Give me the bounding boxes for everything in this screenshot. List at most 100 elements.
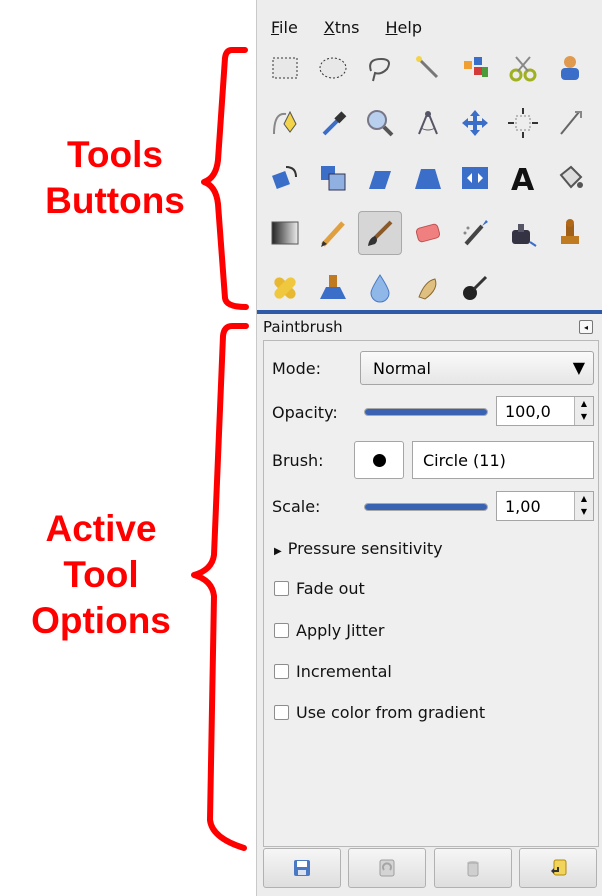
scale-slider[interactable] [364, 503, 488, 511]
tool-options-panel: Mode: Normal ▼ Opacity: 100,0 ▲ ▼ Brush: … [263, 340, 599, 847]
checkbox-label: Incremental [296, 662, 392, 681]
select-by-color-tool-button[interactable] [453, 46, 497, 90]
blur-sharpen-tool-icon [370, 274, 390, 303]
smudge-tool-button[interactable] [406, 266, 450, 310]
airbrush-tool-button[interactable] [453, 211, 497, 255]
apply-jitter-checkbox[interactable]: Apply Jitter [274, 621, 384, 640]
free-select-tool-icon [369, 57, 390, 82]
scissors-tool-icon [509, 56, 536, 82]
paths-tool-icon [273, 110, 297, 135]
foreground-select-tool-button[interactable] [548, 46, 592, 90]
text-tool-icon: A [511, 163, 535, 195]
menu-item[interactable]: File [257, 18, 310, 37]
flip-tool-button[interactable] [453, 156, 497, 200]
incremental-checkbox[interactable]: Incremental [274, 662, 392, 681]
scale-tool-button[interactable] [311, 156, 355, 200]
checkbox-box[interactable] [274, 581, 289, 596]
expander-arrow-icon: ▶ [274, 546, 282, 557]
perspective-tool-button[interactable] [406, 156, 450, 200]
checkbox-label: Fade out [296, 579, 365, 598]
ellipse-select-tool-button[interactable] [311, 46, 355, 90]
shear-tool-icon [369, 171, 391, 189]
mode-value: Normal [373, 359, 431, 378]
brush-name: Circle (11) [423, 451, 506, 470]
use-color-from-gradient-checkbox[interactable]: Use color from gradient [274, 703, 485, 722]
opacity-label: Opacity: [272, 403, 338, 422]
menu-mnemonic: H [385, 17, 398, 37]
paintbrush-tool-icon [368, 220, 393, 246]
ink-tool-button[interactable] [501, 211, 545, 255]
ink-tool-icon [511, 224, 537, 247]
pencil-tool-button[interactable] [311, 211, 355, 255]
scale-label: Scale: [272, 497, 321, 516]
dock-menu-icon[interactable]: ◂ [579, 320, 593, 334]
fuzzy-select-tool-button[interactable] [406, 46, 450, 90]
zoom-tool-button[interactable] [358, 101, 402, 145]
scale-spinbutton[interactable]: 1,00 ▲ ▼ [496, 491, 594, 521]
blend-tool-icon [271, 221, 299, 245]
dock-separator[interactable] [257, 310, 602, 314]
measure-tool-icon [417, 111, 438, 135]
heal-tool-button[interactable] [263, 266, 307, 310]
delete-options-button[interactable] [433, 848, 512, 888]
tool-options-title: Paintbrush [263, 318, 343, 336]
reset-options-button[interactable] [518, 848, 597, 888]
perspective-tool-icon [414, 169, 441, 189]
clone-tool-icon [561, 219, 579, 244]
dodge-burn-tool-button[interactable] [453, 266, 497, 310]
rotate-tool-button[interactable] [263, 156, 307, 200]
opacity-spinbutton[interactable]: 100,0 ▲ ▼ [496, 396, 594, 426]
menu-item[interactable]: Help [372, 18, 434, 37]
save-options-button[interactable] [263, 848, 341, 888]
checkbox-box[interactable] [274, 623, 289, 638]
bucket-fill-tool-icon [559, 165, 583, 189]
bucket-fill-tool-button[interactable] [548, 156, 592, 200]
rect-select-tool-button[interactable] [263, 46, 307, 90]
pressure-sensitivity-expander[interactable]: ▶ Pressure sensitivity [274, 539, 443, 558]
spin-arrows-icon[interactable]: ▲ ▼ [574, 492, 593, 520]
scale-tool-icon [320, 166, 345, 191]
mode-label: Mode: [272, 359, 321, 378]
menu-label-rest: ile [279, 17, 298, 37]
paths-tool-button[interactable] [263, 101, 307, 145]
crop-tool-button[interactable] [548, 101, 592, 145]
opacity-value: 100,0 [505, 402, 551, 421]
perspective-clone-tool-icon [319, 275, 346, 299]
restore-options-button[interactable] [348, 848, 427, 888]
options-bracket [191, 323, 249, 851]
checkbox-box[interactable] [274, 664, 289, 679]
checkbox-box[interactable] [274, 705, 289, 720]
brush-label: Brush: [272, 451, 324, 470]
tool-options-header: Paintbrush ◂ [263, 316, 597, 338]
spin-arrows-icon[interactable]: ▲ ▼ [574, 397, 593, 425]
menu-mnemonic: F [271, 17, 280, 37]
blend-tool-button[interactable] [263, 211, 307, 255]
ellipse-select-tool-icon [319, 57, 346, 79]
fade-out-checkbox[interactable]: Fade out [274, 579, 365, 598]
measure-tool-button[interactable] [406, 101, 450, 145]
shear-tool-button[interactable] [358, 156, 402, 200]
paintbrush-tool-button[interactable] [358, 211, 402, 255]
blur-sharpen-tool-button[interactable] [358, 266, 402, 310]
color-picker-tool-button[interactable] [311, 101, 355, 145]
scissors-tool-button[interactable] [501, 46, 545, 90]
text-tool-button[interactable]: A [501, 156, 545, 200]
gimp-toolbox-window: File Xtns Help A Paintbrush ◂ Mode: Normal… [256, 0, 602, 896]
free-select-tool-button[interactable] [358, 46, 402, 90]
menu-mnemonic: X [323, 17, 335, 37]
menu-item[interactable]: Xtns [310, 18, 372, 37]
align-tool-button[interactable] [501, 101, 545, 145]
clone-tool-button[interactable] [548, 211, 592, 255]
perspective-clone-tool-button[interactable] [311, 266, 355, 310]
svg-text:A: A [511, 163, 535, 195]
save-icon [294, 860, 310, 876]
reset-icon [550, 859, 567, 876]
opacity-slider[interactable] [364, 408, 488, 416]
brush-name-field[interactable]: Circle (11) [412, 441, 594, 479]
delete-icon [466, 861, 479, 877]
mode-combo[interactable]: Normal ▼ [360, 351, 594, 385]
opacity-slider-fill [365, 409, 487, 415]
eraser-tool-button[interactable] [406, 211, 450, 255]
brush-preview-button[interactable] [354, 441, 404, 479]
move-tool-button[interactable] [453, 101, 497, 145]
